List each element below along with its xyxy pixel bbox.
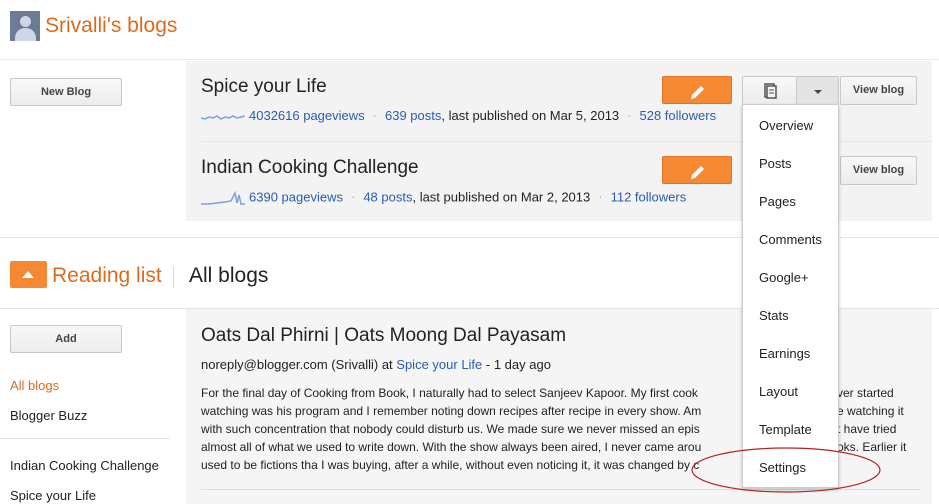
pageviews-sparkline-icon bbox=[201, 114, 245, 120]
sidebar-item-all-blogs[interactable]: All blogs bbox=[10, 378, 59, 393]
menu-item-overview[interactable]: Overview bbox=[759, 118, 813, 133]
view-blog-button-icc[interactable]: View blog bbox=[840, 156, 917, 185]
blog-title-icc[interactable]: Indian Cooking Challenge bbox=[201, 157, 419, 179]
menu-item-google-plus[interactable]: Google+ bbox=[759, 270, 809, 285]
annotation-ellipse bbox=[691, 447, 881, 493]
followers-link[interactable]: 528 followers bbox=[640, 108, 717, 123]
document-icon bbox=[763, 83, 777, 99]
new-post-button-icc[interactable] bbox=[662, 156, 732, 184]
menu-item-stats[interactable]: Stats bbox=[759, 308, 789, 323]
pencil-icon bbox=[691, 86, 704, 99]
blog-menu-dropdown-button[interactable] bbox=[796, 76, 839, 105]
menu-item-template[interactable]: Template bbox=[759, 422, 812, 437]
blog-dropdown-menu: Overview Posts Pages Comments Google+ St… bbox=[742, 104, 839, 488]
new-post-button-spice[interactable] bbox=[662, 76, 732, 104]
last-published-text: , last published on Mar 5, 2013 bbox=[441, 108, 620, 123]
site-title[interactable]: Srivalli's blogs bbox=[45, 14, 177, 38]
reading-list-filter-label: All blogs bbox=[189, 264, 269, 287]
sidebar-divider bbox=[0, 438, 170, 439]
add-blog-button[interactable]: Add bbox=[10, 325, 122, 353]
menu-item-earnings[interactable]: Earnings bbox=[759, 346, 810, 361]
collapse-reading-list-button[interactable] bbox=[10, 261, 47, 288]
pageviews-link[interactable]: 4032616 pageviews bbox=[249, 108, 365, 123]
profile-avatar-icon[interactable] bbox=[10, 11, 40, 41]
view-blog-button-spice[interactable]: View blog bbox=[840, 76, 917, 105]
followers-link[interactable]: 112 followers bbox=[611, 189, 687, 204]
post-title[interactable]: Oats Dal Phirni | Oats Moong Dal Payasam bbox=[201, 325, 566, 347]
menu-item-layout[interactable]: Layout bbox=[759, 384, 798, 399]
blog-stats-spice: 4032616 pageviews · 639 posts, last publis… bbox=[201, 108, 716, 124]
new-blog-button[interactable]: New Blog bbox=[10, 78, 122, 106]
pageviews-link[interactable]: 6390 pageviews bbox=[249, 189, 343, 204]
menu-item-posts[interactable]: Posts bbox=[759, 156, 792, 171]
pageviews-sparkline-icon bbox=[201, 190, 245, 205]
menu-item-comments[interactable]: Comments bbox=[759, 232, 822, 247]
post-author: noreply@blogger.com (Srivalli) at bbox=[201, 357, 397, 372]
blog-stats-icc: 6390 pageviews · 48 posts, last published … bbox=[201, 189, 686, 207]
page-header: Srivalli's blogs bbox=[0, 0, 939, 60]
title-separator bbox=[173, 266, 174, 288]
post-age: - 1 day ago bbox=[482, 357, 551, 372]
blog-title-spice[interactable]: Spice your Life bbox=[201, 76, 327, 98]
sidebar-item-blogger-buzz[interactable]: Blogger Buzz bbox=[10, 408, 87, 423]
sidebar-item-spice-your-life[interactable]: Spice your Life bbox=[10, 488, 96, 503]
posts-link[interactable]: 639 posts bbox=[385, 108, 441, 123]
pencil-icon bbox=[691, 166, 704, 179]
reading-list-title: Reading list bbox=[52, 264, 162, 287]
chevron-down-icon bbox=[813, 90, 822, 94]
post-blog-link[interactable]: Spice your Life bbox=[396, 357, 482, 372]
caret-up-icon bbox=[22, 271, 34, 278]
posts-link[interactable]: 48 posts bbox=[363, 189, 412, 204]
last-published-text: , last published on Mar 2, 2013 bbox=[412, 189, 591, 205]
sidebar-item-indian-cooking-challenge[interactable]: Indian Cooking Challenge bbox=[10, 458, 159, 473]
posts-list-button[interactable] bbox=[742, 76, 797, 105]
post-meta: noreply@blogger.com (Srivalli) at Spice … bbox=[201, 357, 551, 372]
menu-item-pages[interactable]: Pages bbox=[759, 194, 796, 209]
